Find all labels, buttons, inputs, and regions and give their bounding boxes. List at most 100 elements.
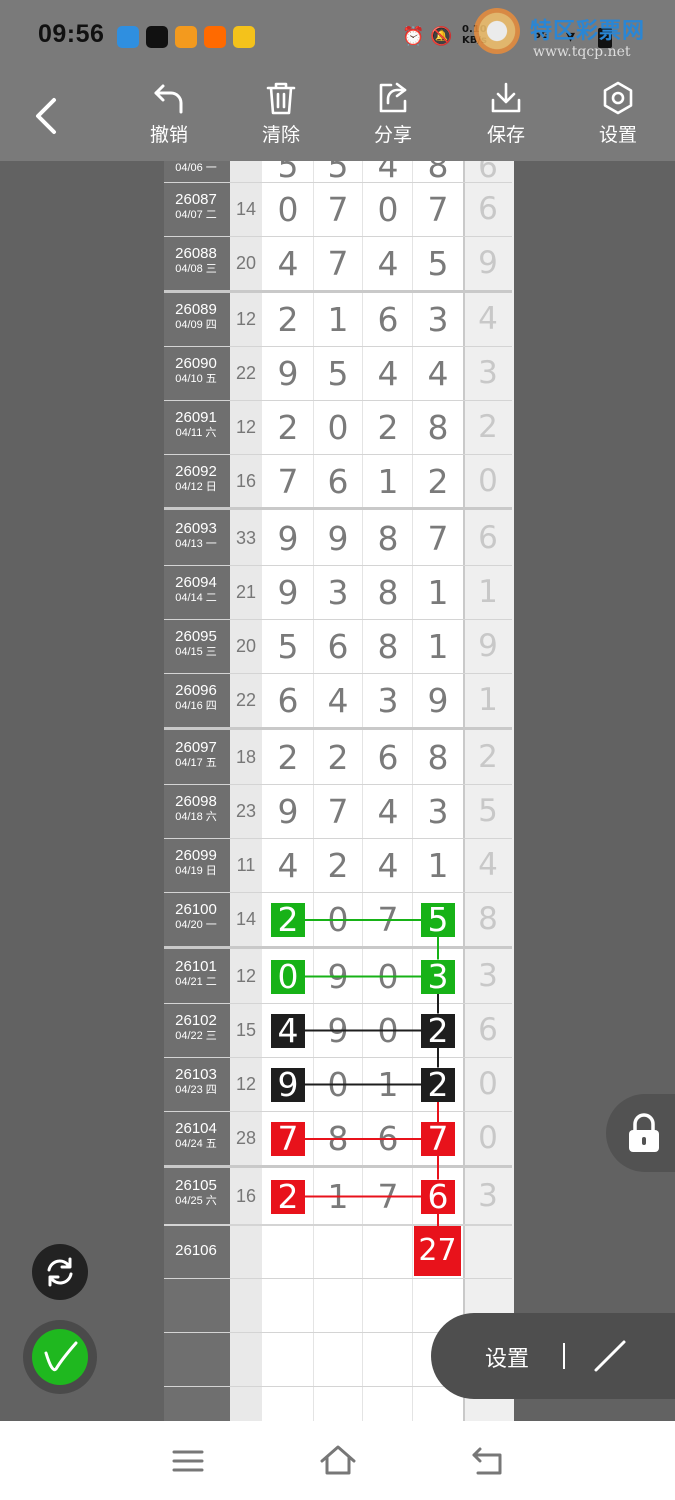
refresh-button[interactable] bbox=[32, 1244, 88, 1300]
digit-cell: 0 bbox=[327, 900, 349, 939]
digit-cell: 0 bbox=[277, 189, 299, 229]
status-bar: 09:56 ⏰ 🔕 0.10 KB/s 5G ▾ 特区彩票网 www.tqcp.… bbox=[0, 0, 675, 72]
period-issue: 26092 bbox=[175, 463, 217, 480]
sum-cell: 20 bbox=[235, 635, 257, 656]
digit-cell: 0 bbox=[327, 1064, 349, 1104]
digit-cell: 9 bbox=[327, 956, 349, 996]
sum-cell: 12 bbox=[235, 416, 257, 437]
sum-cell: 22 bbox=[235, 362, 257, 383]
status-time: 09:56 bbox=[38, 20, 105, 48]
period-issue: 26098 bbox=[175, 793, 217, 810]
line-tool-button[interactable] bbox=[593, 1339, 627, 1373]
digit-cell: 9 bbox=[327, 1010, 349, 1050]
digit-cell: 7 bbox=[377, 1176, 399, 1216]
pen-mode-button[interactable] bbox=[23, 1320, 97, 1394]
period-issue: 26101 bbox=[175, 958, 217, 975]
digit-cell: 7 bbox=[427, 189, 449, 229]
tail-cell: 3 bbox=[478, 1177, 498, 1214]
digit-cell: 1 bbox=[427, 626, 449, 666]
settings-label: 设置 bbox=[598, 124, 637, 146]
sum-cell: 18 bbox=[235, 746, 257, 767]
period-cell: 26091 04/11 六 bbox=[164, 401, 228, 454]
mute-icon: 🔕 bbox=[430, 26, 453, 47]
app-notification-icon bbox=[117, 26, 139, 48]
digit-cell: 6 bbox=[377, 299, 399, 339]
period-date: 04/24 五 bbox=[175, 1138, 217, 1150]
digit-cell: 2 bbox=[277, 407, 299, 447]
period-cell: 26093 04/13 一 bbox=[164, 512, 228, 565]
highlighted-digit: 9 bbox=[271, 1067, 305, 1102]
alarm-icon: ⏰ bbox=[402, 26, 425, 47]
period-cell: 26101 04/21 二 bbox=[164, 950, 228, 1003]
period-cell: 26104 04/24 五 bbox=[164, 1112, 228, 1166]
period-issue: 26105 bbox=[175, 1177, 217, 1194]
tail-cell: 4 bbox=[478, 846, 498, 883]
digit-cell: 3 bbox=[377, 681, 399, 720]
clear-button[interactable]: 清除 bbox=[243, 80, 319, 158]
col-divider bbox=[412, 161, 413, 1421]
sum-cell: 21 bbox=[235, 581, 257, 602]
digit-cell: 7 bbox=[377, 900, 399, 939]
period-cell: 26094 04/14 二 bbox=[164, 566, 228, 619]
digit-cell: 2 bbox=[277, 299, 299, 339]
tail-cell: 3 bbox=[478, 957, 498, 994]
digit-cell: 4 bbox=[377, 791, 399, 831]
floating-settings-button[interactable]: 设置 bbox=[485, 1341, 529, 1373]
period-issue: 26091 bbox=[175, 409, 217, 426]
menu-nav-button[interactable] bbox=[168, 1443, 208, 1479]
digit-cell: 4 bbox=[327, 681, 349, 720]
period-date: 04/13 一 bbox=[175, 538, 217, 550]
period-cell: 26090 04/10 五 bbox=[164, 347, 228, 400]
period-issue: 26099 bbox=[175, 847, 217, 864]
digit-cell: 3 bbox=[427, 791, 449, 831]
back-nav-button[interactable] bbox=[468, 1443, 508, 1479]
undo-label: 撤销 bbox=[149, 124, 188, 146]
sum-cell: 33 bbox=[235, 527, 257, 548]
tail-cell: 8 bbox=[478, 901, 498, 937]
tail-cell: 5 bbox=[478, 792, 498, 829]
sum-cell: 11 bbox=[236, 854, 256, 875]
clear-label: 清除 bbox=[261, 124, 300, 146]
digit-cell: 7 bbox=[327, 244, 349, 283]
period-date: 04/23 四 bbox=[175, 1084, 217, 1096]
download-icon bbox=[491, 82, 521, 113]
digit-cell: 7 bbox=[277, 461, 299, 501]
tiktok-icon bbox=[146, 26, 168, 48]
col-divider bbox=[362, 161, 363, 1421]
period-issue: 26087 bbox=[175, 191, 217, 208]
row-divider bbox=[164, 507, 512, 510]
share-button[interactable]: 分享 bbox=[355, 80, 431, 158]
back-button[interactable] bbox=[28, 94, 64, 138]
chevron-left-icon bbox=[36, 98, 56, 134]
period-cell: 26087 04/07 二 bbox=[164, 183, 228, 236]
settings-button[interactable]: 设置 bbox=[580, 80, 656, 158]
digit-cell: 2 bbox=[327, 845, 349, 885]
home-nav-button[interactable] bbox=[318, 1443, 358, 1479]
system-nav-bar bbox=[0, 1421, 675, 1500]
period-issue: 26100 bbox=[175, 901, 217, 918]
period-date: 04/19 日 bbox=[175, 865, 217, 877]
prediction-cell[interactable]: 27 bbox=[414, 1226, 461, 1276]
row-divider bbox=[164, 1165, 512, 1168]
digit-cell: 6 bbox=[327, 461, 349, 501]
lock-button[interactable] bbox=[606, 1094, 675, 1172]
tail-cell: 6 bbox=[478, 519, 498, 556]
highlighted-digit: 4 bbox=[271, 1013, 305, 1048]
save-button[interactable]: 保存 bbox=[468, 80, 544, 158]
digit-cell: 9 bbox=[277, 791, 299, 831]
digit-cell: 2 bbox=[327, 737, 349, 777]
period-date: 04/20 一 bbox=[175, 919, 217, 931]
highlighted-digit: 2 bbox=[271, 903, 305, 937]
sum-cell: 12 bbox=[235, 1073, 257, 1094]
undo-button[interactable]: 撤销 bbox=[131, 80, 207, 158]
tail-cell: 4 bbox=[478, 300, 498, 337]
digit-cell: 1 bbox=[377, 1064, 399, 1104]
period-issue: 26089 bbox=[175, 301, 217, 318]
digit-cell: 1 bbox=[327, 299, 349, 339]
tail-cell: 9 bbox=[478, 627, 498, 664]
period-cell: 26105 04/25 六 bbox=[164, 1169, 228, 1224]
highlighted-digit: 2 bbox=[421, 1013, 455, 1048]
digit-cell: 2 bbox=[377, 407, 399, 447]
save-label: 保存 bbox=[486, 124, 525, 146]
digit-cell: 6 bbox=[377, 737, 399, 777]
